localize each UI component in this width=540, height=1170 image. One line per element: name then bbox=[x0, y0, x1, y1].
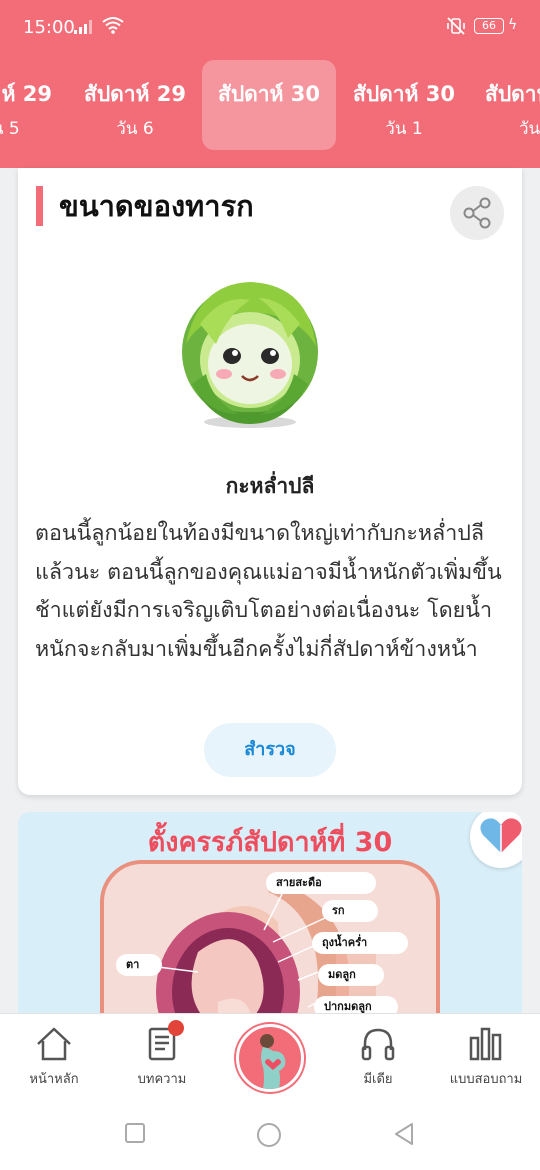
share-button[interactable] bbox=[450, 186, 504, 240]
vibrate-mute-icon bbox=[447, 17, 465, 35]
week-tab-30-day-1[interactable]: สัปดาห์ 30 วัน 1 bbox=[337, 60, 471, 150]
back-icon[interactable] bbox=[392, 1122, 416, 1146]
week-tab-30-day-2[interactable]: สัปดาห์ 30 วัน 2 bbox=[471, 60, 540, 150]
nav-media-label: มีเดีย bbox=[363, 1072, 393, 1087]
cabbage-illustration bbox=[182, 282, 318, 428]
week-tab-day: วัน 1 bbox=[385, 119, 423, 139]
week-tab-week: สัปดาห์ 29 bbox=[84, 82, 186, 106]
label-umbilical-cord: สายสะดือ bbox=[266, 872, 376, 894]
week-tab-30-current[interactable]: สัปดาห์ 30 bbox=[202, 60, 336, 150]
baby-size-card: ขนาดของทารก กะหล่ำปลี ตอนนี้ลูกน้อยในท้อ… bbox=[18, 168, 522, 795]
week-tab-week: สัปดาห์ 30 bbox=[485, 82, 540, 106]
bottom-navigation: หน้าหลัก บทความ มีเดีย แบบสอบถาม bbox=[0, 1013, 540, 1170]
status-bar: 15:00 66 ϟ bbox=[0, 0, 540, 56]
nav-articles-label: บทความ bbox=[137, 1072, 187, 1087]
home-circle-icon[interactable] bbox=[256, 1122, 282, 1148]
charging-icon: ϟ bbox=[508, 17, 518, 33]
week-tab-29-day-6[interactable]: สัปดาห์ 29 วัน 6 bbox=[68, 60, 202, 150]
battery-indicator: 66 bbox=[474, 18, 504, 34]
pregnant-icon bbox=[260, 1034, 286, 1089]
app-header: 15:00 66 ϟ สัปดาห์ 29 วัน 5 สัปดาห์ 29 ว… bbox=[0, 0, 540, 168]
explore-button[interactable]: สำรวจ bbox=[204, 723, 336, 777]
favorite-button[interactable] bbox=[470, 812, 522, 868]
notification-dot bbox=[168, 1020, 184, 1036]
nav-media[interactable]: มีเดีย bbox=[330, 1024, 426, 1089]
recents-icon[interactable] bbox=[124, 1122, 146, 1144]
headphones-icon bbox=[361, 1028, 395, 1061]
week-tab-29-day-5[interactable]: สัปดาห์ 29 วัน 5 bbox=[0, 60, 68, 150]
label-placenta: รก bbox=[322, 900, 378, 922]
share-icon bbox=[463, 197, 491, 229]
week-tab-day: วัน 2 bbox=[519, 119, 540, 139]
nav-survey[interactable]: แบบสอบถาม bbox=[438, 1024, 534, 1089]
status-time: 15:00 bbox=[23, 17, 75, 38]
card-title: ขนาดของทารก bbox=[36, 186, 254, 226]
nav-pregnancy[interactable] bbox=[236, 1024, 304, 1092]
label-amniotic-sac: ถุงน้ำคร่ำ bbox=[312, 932, 408, 954]
heart-icon bbox=[480, 818, 522, 853]
week-selector: สัปดาห์ 29 วัน 5 สัปดาห์ 29 วัน 6 สัปดาห… bbox=[0, 60, 540, 150]
nav-survey-label: แบบสอบถาม bbox=[449, 1072, 523, 1087]
anatomy-title: ตั้งครรภ์สัปดาห์ที่ 30 bbox=[147, 827, 393, 858]
week-tab-week: สัปดาห์ 30 bbox=[353, 82, 455, 106]
size-description: ตอนนี้ลูกน้อยในท้องมีขนาดใหญ่เท่ากับกะหล… bbox=[35, 521, 502, 662]
label-uterus: มดลูก bbox=[318, 964, 384, 986]
week-tab-day: วัน 6 bbox=[116, 119, 154, 139]
nav-home-label: หน้าหลัก bbox=[29, 1072, 79, 1087]
nav-articles[interactable]: บทความ bbox=[114, 1024, 210, 1089]
signal-icon bbox=[74, 20, 92, 34]
label-eye: ตา bbox=[116, 954, 162, 976]
home-icon bbox=[37, 1027, 71, 1061]
wifi-icon bbox=[102, 17, 124, 34]
fruit-name: กะหล่ำปลี bbox=[225, 474, 315, 498]
week-tab-day: วัน 5 bbox=[0, 119, 20, 139]
week-tab-week: สัปดาห์ 29 bbox=[0, 82, 52, 106]
poll-icon bbox=[469, 1027, 502, 1061]
week-tab-week: สัปดาห์ 30 bbox=[218, 82, 320, 106]
nav-home[interactable]: หน้าหลัก bbox=[6, 1024, 102, 1089]
